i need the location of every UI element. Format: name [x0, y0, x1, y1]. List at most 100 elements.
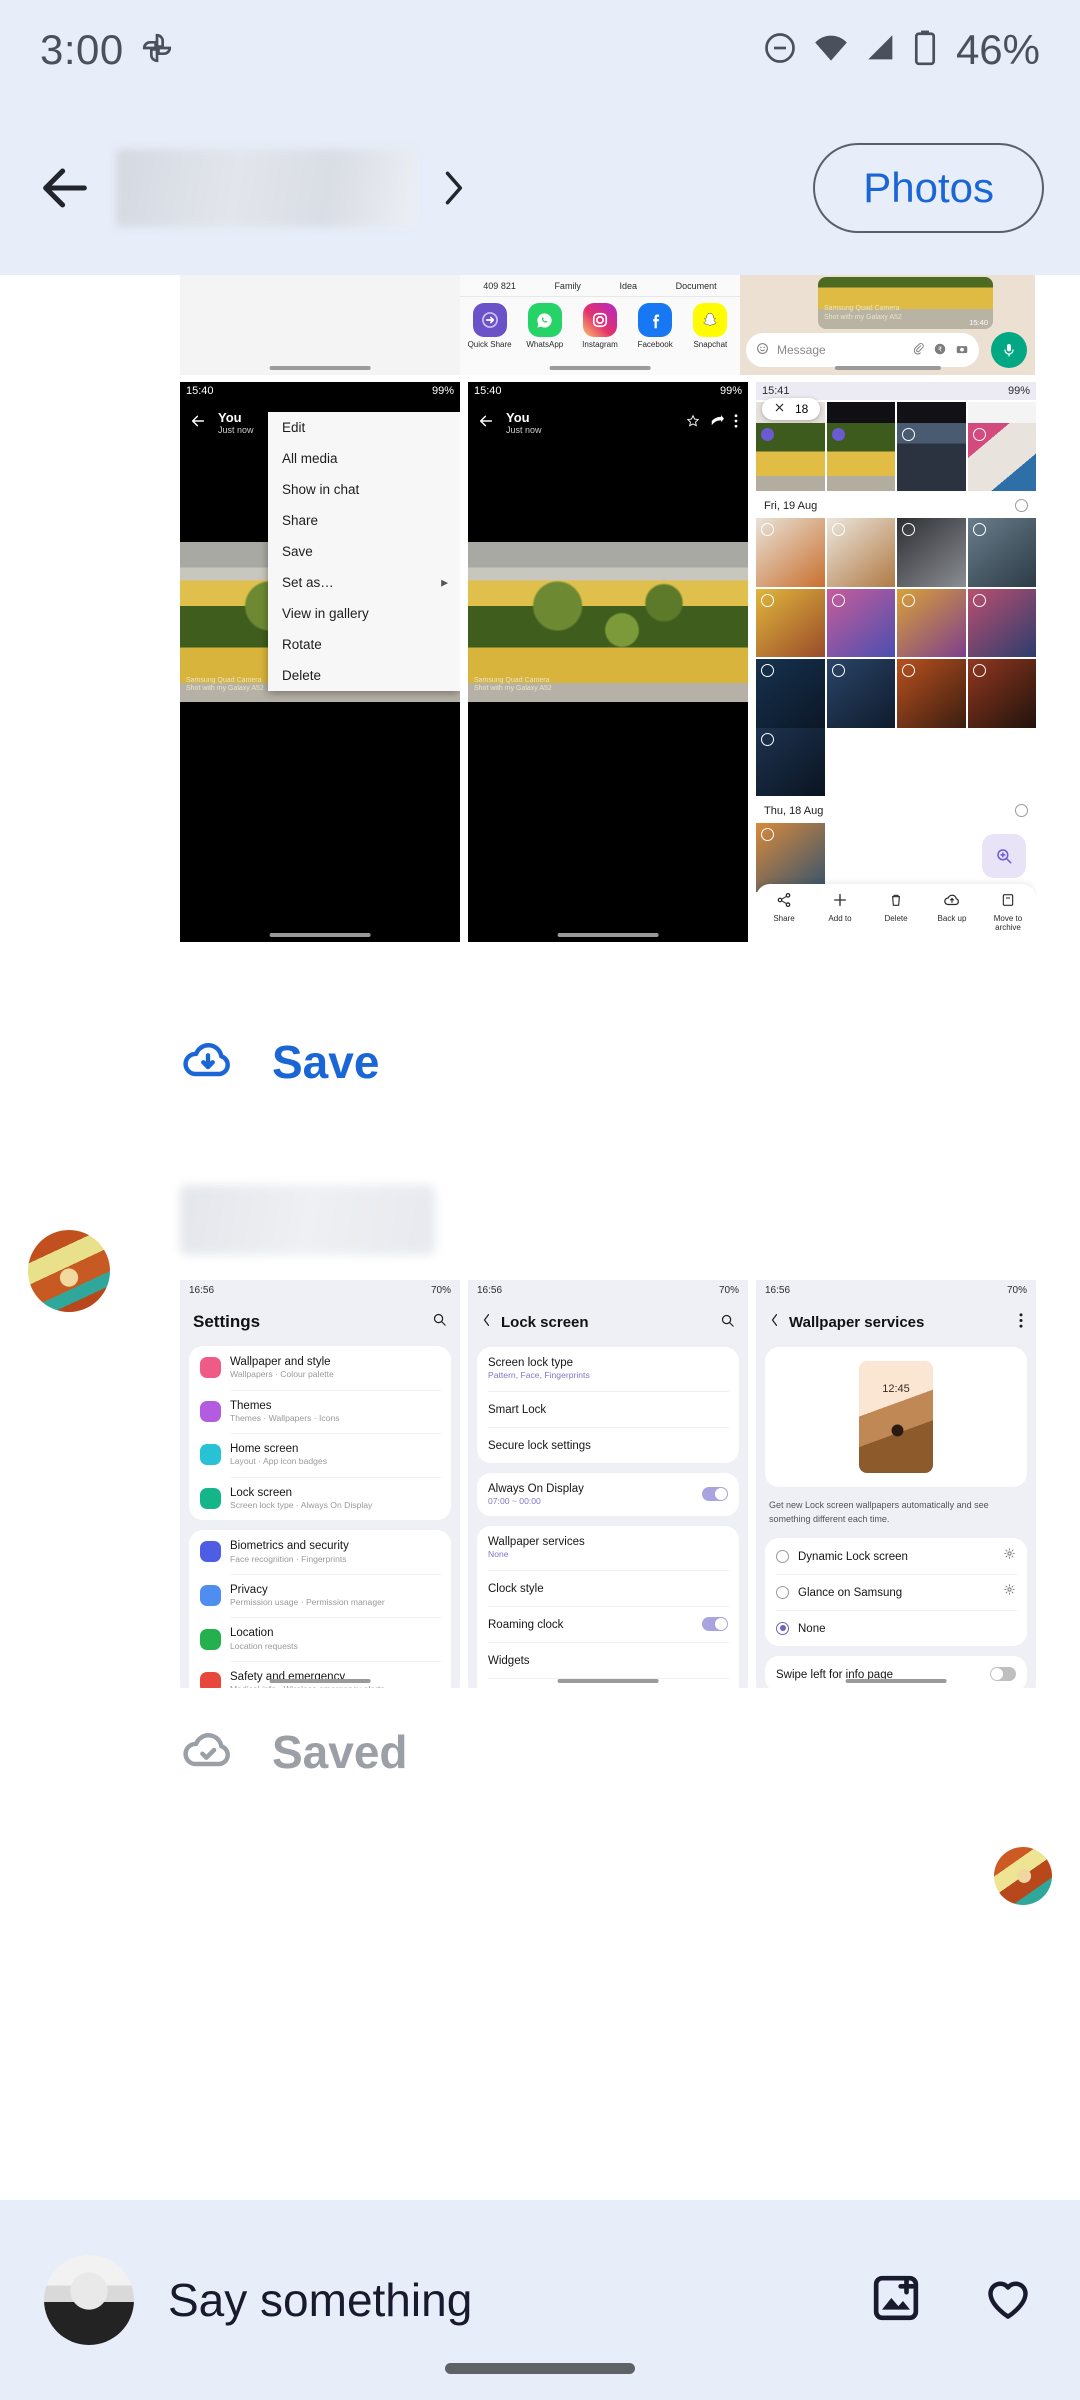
- lock-row-widgets[interactable]: Widgets: [477, 1641, 739, 1678]
- context-menu[interactable]: Edit All media Show in chat Share Save S…: [268, 412, 460, 691]
- whatsapp-message-input[interactable]: Message ₹: [746, 333, 979, 367]
- photos-button[interactable]: Photos: [813, 142, 1044, 233]
- share-app-instagram[interactable]: Instagram: [574, 303, 626, 349]
- settings-row-privacy[interactable]: Privacy Permission usage · Permission ma…: [189, 1573, 451, 1618]
- comment-bar[interactable]: Say something: [0, 2200, 1080, 2400]
- gallery-cell[interactable]: [826, 659, 895, 728]
- chevron-left-icon[interactable]: [481, 1312, 492, 1333]
- select-all-circle[interactable]: [1015, 499, 1028, 513]
- navigation-pill[interactable]: [445, 2363, 635, 2374]
- selection-checkbox[interactable]: [831, 593, 845, 607]
- selection-checkbox[interactable]: [902, 427, 915, 441]
- avatar[interactable]: [44, 2255, 134, 2345]
- lock-screen-settings-screenshot[interactable]: 16:56 70% Lock screen Screen lock type P…: [468, 1280, 748, 1688]
- search-icon[interactable]: [432, 1312, 447, 1332]
- back-arrow-icon[interactable]: [478, 413, 494, 434]
- gallery-action-back-up[interactable]: Back up: [924, 884, 980, 942]
- screenshot-collage-top[interactable]: 409 821 Family Idea Document Quick Share: [0, 275, 1080, 1015]
- settings-screenshot[interactable]: 16:56 70% Settings Wallpaper and style W…: [180, 1280, 460, 1688]
- settings-row-home-screen[interactable]: Home screen Layout · App icon badges: [189, 1433, 451, 1477]
- selection-checkbox[interactable]: [972, 427, 986, 441]
- gallery-cell[interactable]: [967, 659, 1036, 728]
- gallery-cell[interactable]: [897, 402, 966, 423]
- zoom-in-icon[interactable]: [982, 834, 1026, 878]
- gallery-cell[interactable]: [826, 402, 895, 423]
- selection-checkbox[interactable]: [761, 593, 774, 607]
- wallpaper-preview[interactable]: 12:45: [859, 1361, 933, 1473]
- share-sheet-tile[interactable]: 409 821 Family Idea Document Quick Share: [460, 275, 740, 375]
- settings-row-location[interactable]: Location Location requests: [189, 1617, 451, 1661]
- more-vertical-icon[interactable]: [734, 413, 738, 433]
- select-all-circle[interactable]: [1015, 804, 1028, 818]
- selection-checkbox[interactable]: [761, 427, 774, 441]
- menu-item-show-in-chat[interactable]: Show in chat: [268, 474, 460, 505]
- share-app-quick-share[interactable]: Quick Share: [463, 303, 515, 349]
- read-receipt-avatar[interactable]: [994, 1847, 1052, 1905]
- radio-button[interactable]: [776, 1585, 789, 1599]
- always-on-display-toggle[interactable]: [702, 1487, 728, 1502]
- gallery-picker-tile[interactable]: 15:41 99% 18 Fri, 19 Aug Thu, 18 Aug Sha…: [756, 382, 1036, 942]
- comment-input-placeholder[interactable]: Say something: [168, 2273, 472, 2327]
- settings-row-safety-and-emergency[interactable]: Safety and emergency Medical info · Wire…: [189, 1660, 451, 1688]
- share-app-facebook[interactable]: Facebook: [629, 303, 681, 349]
- lock-row-secure-lock-settings[interactable]: Secure lock settings: [477, 1426, 739, 1463]
- gallery-cell[interactable]: [967, 588, 1036, 658]
- whatsapp-viewer[interactable]: 15:40 99% You Just now Samsung Quad Came…: [468, 382, 748, 942]
- settings-row-biometrics-and-security[interactable]: Biometrics and security Face recognition…: [189, 1530, 451, 1574]
- selection-checkbox[interactable]: [831, 664, 845, 678]
- option-glance-on-samsung[interactable]: Glance on Samsung: [765, 1574, 1027, 1610]
- radio-button[interactable]: [776, 1549, 789, 1563]
- swipe-left-toggle[interactable]: [990, 1667, 1016, 1681]
- selection-checkbox[interactable]: [831, 427, 845, 441]
- gear-icon[interactable]: [1003, 1583, 1016, 1601]
- selection-checkbox[interactable]: [902, 593, 915, 607]
- chevron-left-icon[interactable]: [769, 1312, 780, 1333]
- emoji-icon[interactable]: [756, 342, 769, 358]
- gallery-cell[interactable]: [756, 422, 825, 492]
- selection-checkbox[interactable]: [972, 523, 986, 537]
- menu-item-delete[interactable]: Delete: [268, 660, 460, 691]
- lock-row-smart-lock[interactable]: Smart Lock: [477, 1390, 739, 1427]
- settings-row-lock-screen[interactable]: Lock screen Screen lock type · Always On…: [189, 1476, 451, 1521]
- chevron-right-icon[interactable]: [438, 166, 468, 210]
- gallery-cell[interactable]: [756, 823, 825, 892]
- menu-item-view-in-gallery[interactable]: View in gallery: [268, 598, 460, 629]
- attachment-icon[interactable]: [912, 342, 925, 358]
- close-icon[interactable]: [774, 402, 785, 416]
- selection-count-pill[interactable]: 18: [762, 398, 821, 420]
- selection-checkbox[interactable]: [761, 664, 774, 678]
- gallery-cell[interactable]: [756, 659, 825, 728]
- share-chip[interactable]: Idea: [620, 281, 638, 291]
- chat-image-bubble[interactable]: Samsung Quad Camera Shot with my Galaxy …: [818, 277, 993, 329]
- gallery-action-move-to-archive[interactable]: Move to archive: [980, 884, 1036, 942]
- gallery-cell[interactable]: [756, 588, 825, 658]
- lock-row-wallpaper-services[interactable]: Wallpaper services None: [477, 1526, 739, 1570]
- gallery-cell[interactable]: [967, 422, 1036, 492]
- option-dynamic-lock-screen[interactable]: Dynamic Lock screen: [765, 1538, 1027, 1574]
- row-swipe-left-for-info-page[interactable]: Swipe left for info page: [765, 1656, 1027, 1688]
- radio-button[interactable]: [776, 1621, 789, 1635]
- share-app-whatsapp[interactable]: WhatsApp: [519, 303, 571, 349]
- gallery-cell[interactable]: [826, 588, 895, 658]
- gallery-cell[interactable]: [967, 518, 1036, 587]
- menu-item-edit[interactable]: Edit: [268, 412, 460, 443]
- microphone-icon[interactable]: [991, 332, 1027, 368]
- gallery-cell[interactable]: [897, 588, 966, 658]
- gallery-action-add-to[interactable]: Add to: [812, 884, 868, 942]
- selection-checkbox[interactable]: [761, 523, 774, 537]
- wallpaper-services-screenshot[interactable]: 16:56 70% Wallpaper services 12:45 Get n…: [756, 1280, 1036, 1688]
- menu-item-save[interactable]: Save: [268, 536, 460, 567]
- lock-row-roaming-clock[interactable]: Roaming clock: [477, 1605, 739, 1642]
- option-none[interactable]: None: [765, 1610, 1027, 1646]
- gallery-cell[interactable]: [967, 402, 1036, 423]
- menu-item-share[interactable]: Share: [268, 505, 460, 536]
- collage-tile-blank[interactable]: [180, 275, 460, 375]
- selection-checkbox[interactable]: [761, 732, 774, 746]
- gallery-action-delete[interactable]: Delete: [868, 884, 924, 942]
- star-icon[interactable]: [686, 414, 700, 433]
- gallery-action-bar[interactable]: Share Add to Delete Back up Move to arch…: [756, 884, 1036, 942]
- gallery-cell[interactable]: [897, 422, 966, 492]
- screenshot-collage-bottom[interactable]: 16:56 70% Settings Wallpaper and style W…: [0, 1280, 1080, 1700]
- menu-item-rotate[interactable]: Rotate: [268, 629, 460, 660]
- whatsapp-viewer-with-menu[interactable]: 15:40 99% You Just now Samsung Quad Came…: [180, 382, 460, 942]
